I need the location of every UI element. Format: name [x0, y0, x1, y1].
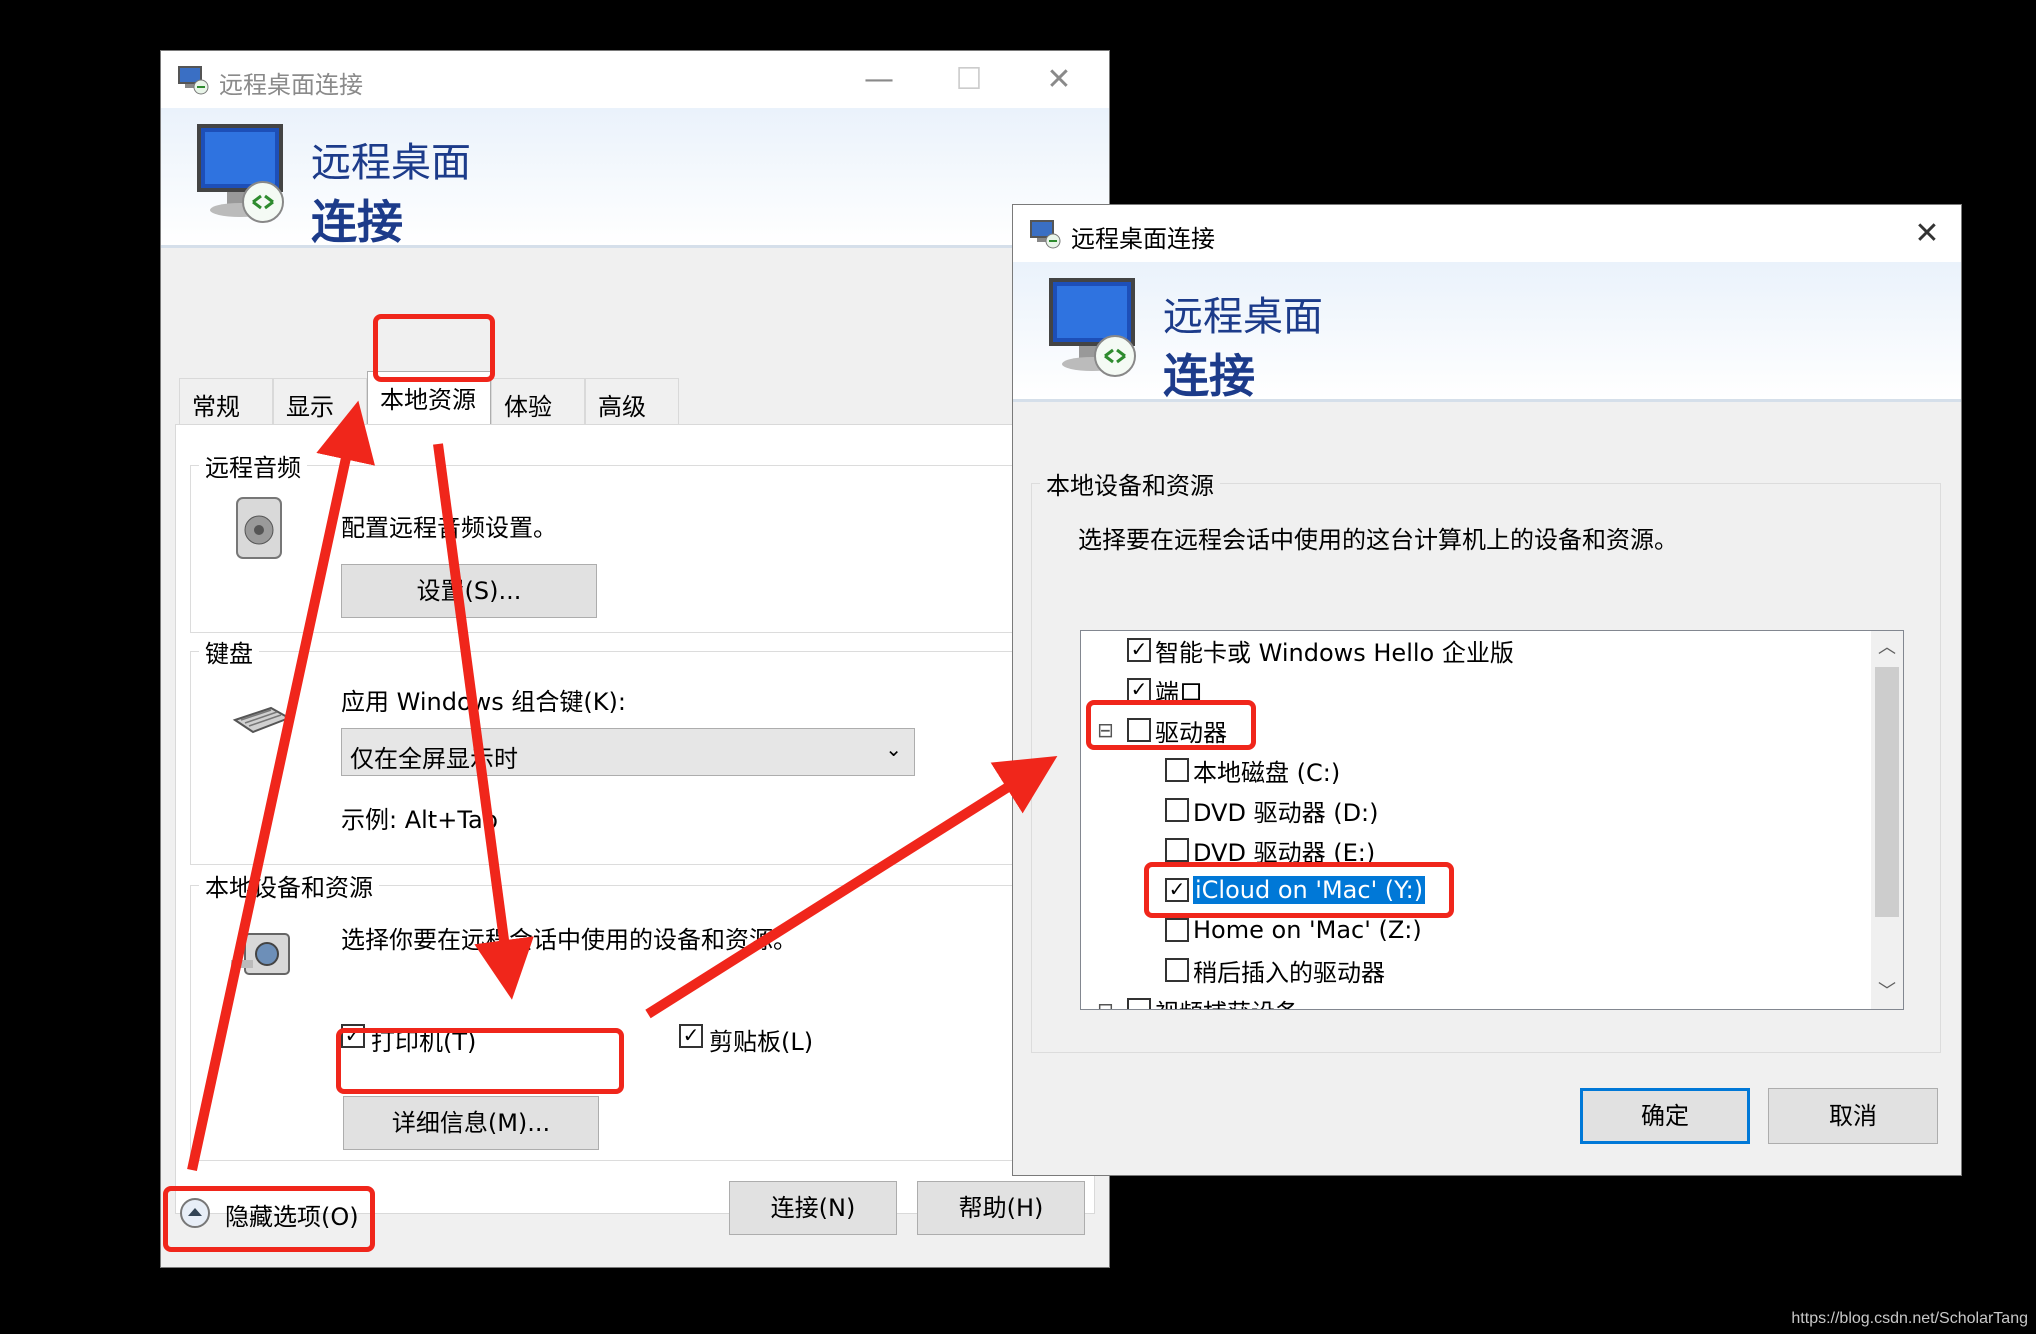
arrow-tab-to-details — [433, 443, 534, 1000]
annotation-arrows — [187, 400, 1058, 1172]
arrow-details-to-drives — [645, 756, 1058, 1019]
arrow-hide-to-tab — [187, 400, 375, 1172]
watermark: https://blog.csdn.net/ScholarTang — [1791, 1310, 2028, 1327]
